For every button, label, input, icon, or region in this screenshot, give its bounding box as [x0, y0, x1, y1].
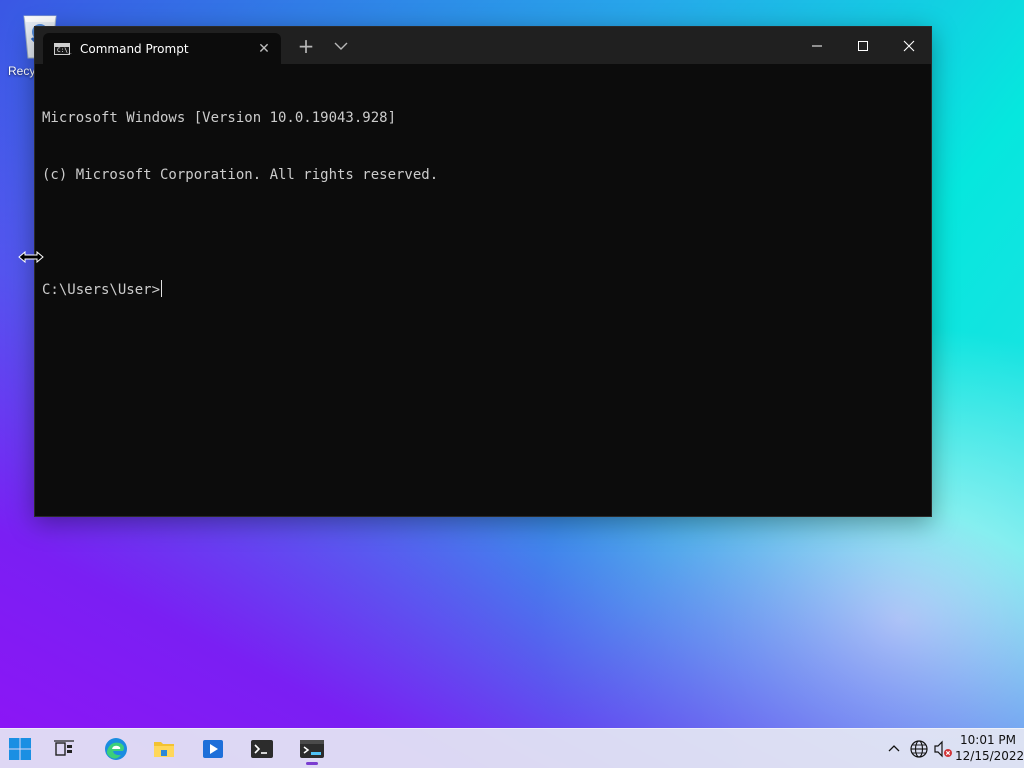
start-button[interactable] — [0, 733, 40, 765]
taskbar-file-explorer-button[interactable] — [144, 733, 184, 765]
close-tab-button[interactable]: ✕ — [257, 41, 271, 55]
console-output[interactable]: Microsoft Windows [Version 10.0.19043.92… — [42, 71, 923, 510]
windows-terminal-icon — [300, 740, 324, 758]
cmd-icon: C:\_ — [54, 42, 71, 55]
active-indicator — [306, 762, 318, 765]
edge-icon — [105, 738, 127, 760]
maximize-icon — [858, 40, 868, 51]
volume-muted-icon — [934, 740, 952, 758]
text-cursor — [161, 280, 163, 297]
show-hidden-icons-button[interactable] — [886, 741, 902, 757]
media-player-icon — [203, 740, 223, 758]
clock[interactable]: 10:01 PM 12/15/2022 — [955, 732, 1024, 766]
clock-time: 10:01 PM — [960, 733, 1016, 747]
volume-button[interactable] — [933, 739, 953, 759]
windows-logo-icon — [9, 738, 31, 760]
taskbar-windows-terminal-button[interactable] — [292, 733, 332, 765]
network-button[interactable] — [909, 739, 929, 759]
close-icon — [903, 40, 915, 51]
new-tab-button[interactable]: + — [295, 36, 317, 58]
chevron-down-icon — [334, 42, 348, 50]
folder-icon — [154, 742, 174, 757]
maximize-button[interactable] — [840, 27, 886, 64]
minimize-button[interactable] — [794, 27, 840, 64]
command-prompt-line[interactable]: C:\Users\User> — [42, 280, 923, 299]
prompt-text: C:\Users\User> — [42, 282, 161, 298]
clock-date: 12/15/2022 — [955, 749, 1024, 763]
minimize-icon — [812, 45, 822, 46]
console-line: (c) Microsoft Corporation. All rights re… — [42, 167, 439, 183]
command-prompt-window[interactable]: C:\_ Command Prompt ✕ + Microsoft Window… — [34, 26, 932, 517]
tab-title: Command Prompt — [80, 41, 189, 56]
taskbar-terminal-button[interactable] — [242, 733, 282, 765]
close-window-button[interactable] — [886, 27, 932, 64]
globe-icon — [910, 740, 928, 758]
chevron-up-icon — [888, 745, 900, 752]
taskbar: 10:01 PM 12/15/2022 — [0, 728, 1024, 768]
title-bar[interactable]: C:\_ Command Prompt ✕ + — [35, 27, 931, 64]
tab-command-prompt[interactable]: C:\_ Command Prompt ✕ — [43, 33, 281, 64]
task-view-button[interactable] — [44, 733, 84, 765]
terminal-icon — [251, 740, 273, 758]
console-line: Microsoft Windows [Version 10.0.19043.92… — [42, 110, 397, 126]
resize-cursor-icon — [18, 250, 44, 264]
task-view-icon — [54, 740, 74, 756]
taskbar-media-player-button[interactable] — [193, 733, 233, 765]
taskbar-edge-button[interactable] — [96, 733, 136, 765]
tab-dropdown-button[interactable] — [331, 36, 351, 56]
recycle-bin-label: Recy — [8, 64, 36, 78]
